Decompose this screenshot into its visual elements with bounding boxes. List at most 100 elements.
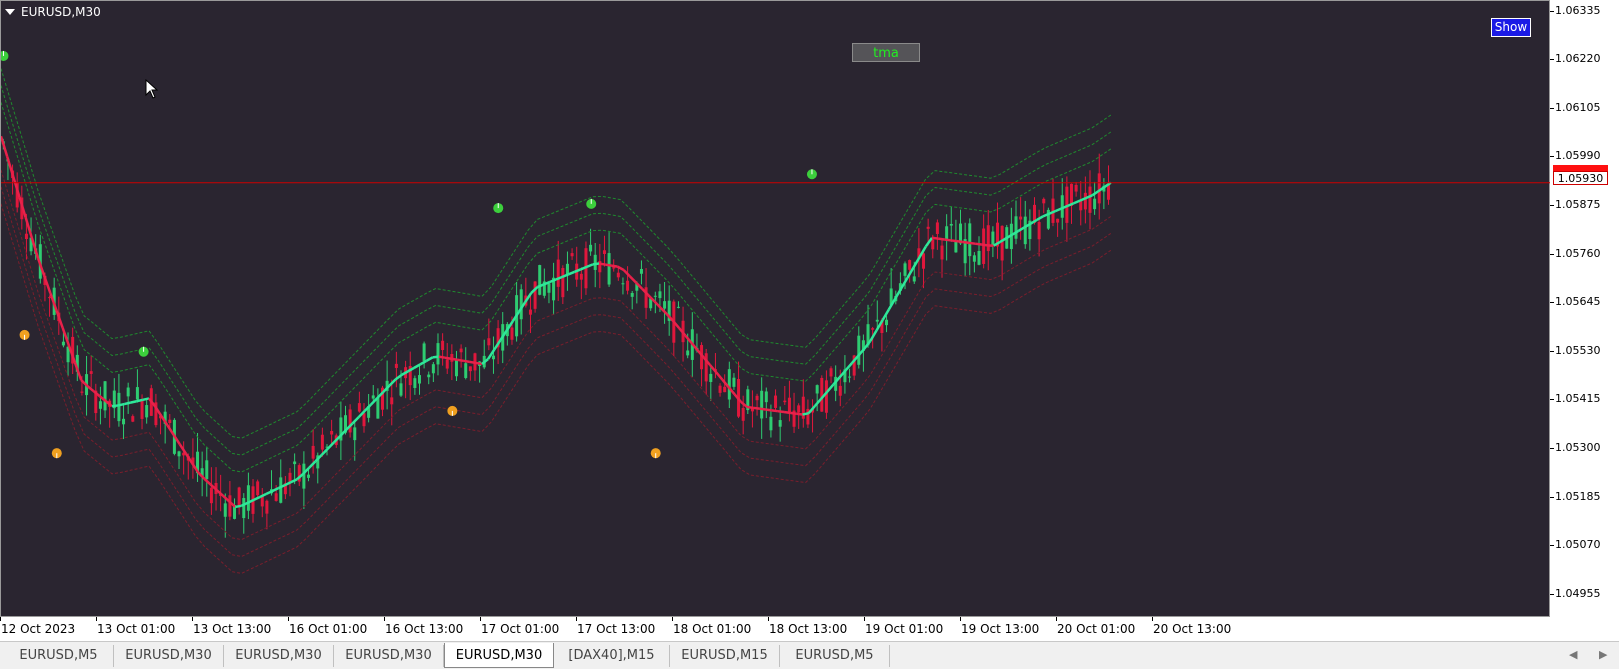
- chart-area[interactable]: EURUSD,M30 tma Show: [0, 0, 1551, 618]
- tma-band-lower: [1, 186, 1112, 558]
- tma-midline: [463, 359, 470, 364]
- candle-body: [205, 460, 209, 480]
- tma-midline: [753, 406, 760, 410]
- signal-buy-marker: [1, 50, 9, 61]
- candle-body: [653, 295, 657, 297]
- price-label: 1.06105: [1555, 100, 1601, 114]
- candle-body: [320, 434, 324, 450]
- candle-body: [764, 391, 768, 403]
- time-axis[interactable]: 12 Oct 2023 13 Oct 01:00 13 Oct 13:00 16 Oc…: [0, 617, 1550, 641]
- tma-midline: [777, 409, 785, 414]
- price-tick: [1550, 447, 1554, 449]
- time-tick: [1152, 617, 1153, 621]
- chart-tab[interactable]: [DAX40],M15: [554, 645, 670, 667]
- candle-body: [607, 253, 611, 285]
- candle-body: [565, 263, 569, 275]
- candle-body: [848, 376, 852, 378]
- candle-body: [528, 309, 532, 315]
- chart-tab[interactable]: EURUSD,M5: [4, 645, 114, 667]
- candle-body: [177, 451, 181, 457]
- price-tick: [1550, 253, 1554, 255]
- tabs-scroll-right-icon[interactable]: ▶: [1599, 648, 1607, 661]
- tma-band-lower: [1, 169, 1112, 541]
- tma-midline: [388, 378, 397, 387]
- chart-tab[interactable]: EURUSD,M15: [670, 645, 780, 667]
- tma-midline: [844, 362, 853, 372]
- candle-body: [686, 350, 690, 356]
- tma-midline: [937, 237, 945, 241]
- price-label: 1.06335: [1555, 3, 1601, 17]
- tma-midline: [351, 416, 360, 425]
- tma-midline: [659, 306, 668, 316]
- tma-midline: [1091, 190, 1100, 197]
- candle-body: [972, 255, 976, 262]
- candle-body: [89, 371, 93, 374]
- candle-body: [256, 481, 260, 496]
- tma-midline: [1054, 207, 1062, 213]
- show-button[interactable]: Show: [1491, 18, 1531, 37]
- chart-window[interactable]: EURUSD,M30 tma Show 1.06335 1.06220 1.0610…: [0, 0, 1619, 641]
- candle-body: [626, 280, 630, 291]
- chart-tab[interactable]: EURUSD,M30: [334, 645, 444, 667]
- price-label: 1.05185: [1555, 489, 1601, 503]
- candle-body: [982, 228, 986, 264]
- price-label: 1.05990: [1555, 149, 1601, 163]
- collapse-triangle-icon[interactable]: [5, 9, 15, 15]
- candle-body: [140, 400, 144, 419]
- price-label: 1.05760: [1555, 246, 1601, 260]
- tma-midline: [740, 400, 748, 408]
- chart-tab[interactable]: EURUSD,M5: [780, 645, 890, 667]
- tma-midline: [684, 334, 693, 344]
- candle-body: [885, 319, 889, 326]
- candle-body: [533, 281, 537, 309]
- price-axis[interactable]: 1.06335 1.06220 1.06105 1.05990 1.05875 1.057…: [1550, 0, 1619, 617]
- tma-midline: [475, 361, 483, 366]
- candle-body: [570, 253, 574, 257]
- tma-midline: [419, 359, 428, 366]
- tma-midline: [771, 409, 779, 413]
- candle-body: [491, 355, 495, 360]
- candle-body: [1093, 198, 1097, 210]
- chart-tab[interactable]: EURUSD,M30: [444, 643, 554, 668]
- price-tick: [1550, 59, 1554, 61]
- tma-midline: [790, 411, 797, 415]
- tma-midline: [950, 239, 957, 243]
- tma-midline: [1, 135, 9, 157]
- tma-midline: [796, 412, 803, 416]
- chart-tab[interactable]: EURUSD,M30: [114, 645, 224, 667]
- tma-midline: [611, 264, 618, 268]
- tma-midline: [290, 478, 298, 484]
- price-tick: [1550, 399, 1554, 401]
- candle-body: [330, 430, 334, 435]
- tma-midline: [783, 410, 791, 415]
- price-label: 1.05875: [1555, 197, 1601, 211]
- candle-body: [838, 385, 842, 396]
- candle-body: [709, 373, 713, 382]
- tma-midline: [326, 441, 335, 450]
- tma-midline: [802, 411, 809, 416]
- tma-midline: [962, 240, 970, 245]
- candle-body: [417, 375, 421, 384]
- chart-tab[interactable]: EURUSD,M30: [224, 645, 334, 667]
- candle-body: [487, 338, 491, 346]
- price-label: 1.05645: [1555, 295, 1601, 309]
- tma-band-upper: [1, 102, 1112, 473]
- tma-midline: [450, 357, 458, 362]
- tma-midline: [253, 495, 261, 502]
- tma-midline: [605, 263, 612, 267]
- candle-body: [1014, 216, 1018, 239]
- candle-body: [117, 392, 121, 422]
- tabs-scroll-left-icon[interactable]: ◀: [1569, 648, 1577, 661]
- time-label: 19 Oct 13:00: [961, 622, 1040, 636]
- price-chart[interactable]: [1, 1, 1551, 618]
- tma-midline: [944, 238, 951, 242]
- candle-body: [274, 493, 278, 501]
- tma-button[interactable]: tma: [852, 43, 920, 62]
- tma-midline: [142, 397, 150, 402]
- candle-body: [1037, 222, 1041, 240]
- tma-midline: [130, 400, 137, 404]
- candle-body: [228, 495, 232, 517]
- tma-midline: [124, 401, 131, 406]
- tma-midline: [628, 275, 637, 284]
- candle-body: [1056, 218, 1060, 223]
